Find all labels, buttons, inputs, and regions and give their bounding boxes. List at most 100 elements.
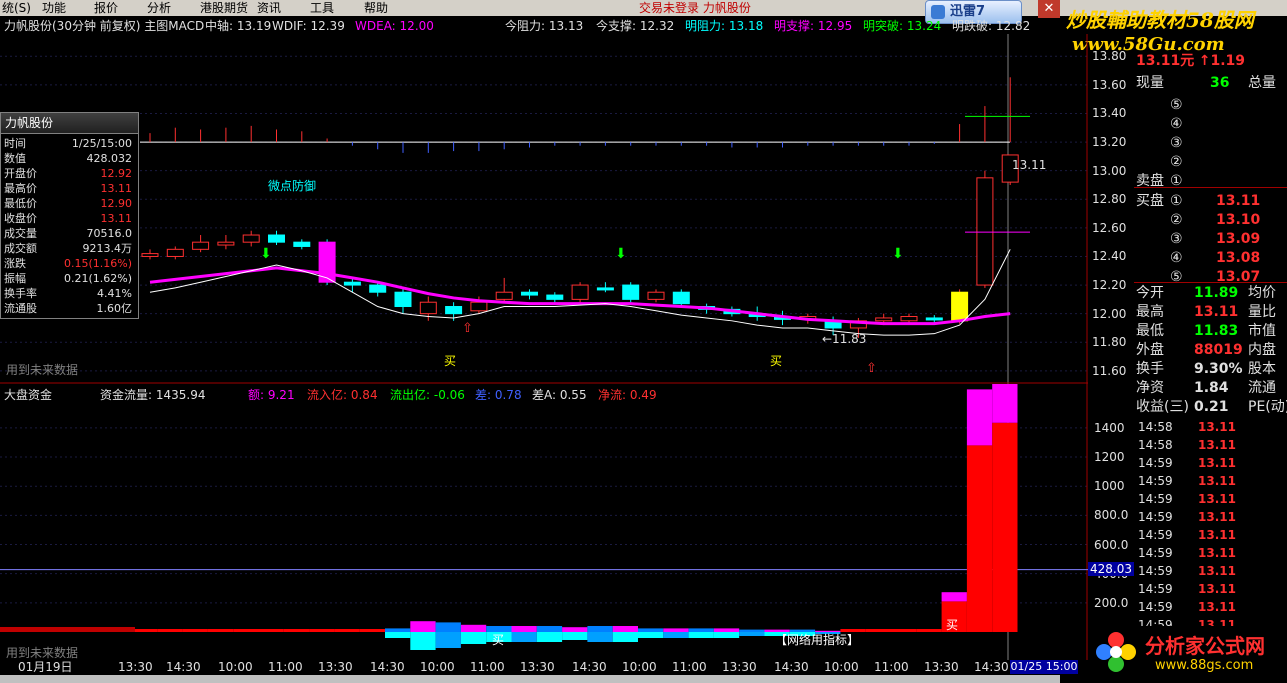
menu-quote[interactable]: 报价	[92, 0, 120, 16]
candle-body	[217, 241, 235, 246]
candle-body	[242, 234, 260, 243]
indicator-wdea: WDEA: 12.00	[355, 19, 434, 33]
time-axis-current: 01/25 15:00	[1010, 660, 1078, 674]
data-window-value: 9213.4万	[82, 242, 133, 255]
trade-row: 14:59 13.11	[1138, 490, 1236, 508]
flow-current-value: 428.03	[1088, 561, 1134, 576]
close-icon[interactable]: ✕	[1038, 0, 1060, 18]
flow-bar	[638, 628, 664, 632]
data-window-value: 428.032	[86, 152, 133, 165]
trade-row: 14:59 13.11	[1138, 562, 1236, 580]
flow-tick: 1400	[1094, 420, 1125, 435]
candle-body	[925, 317, 943, 321]
indicator-ming-tupo: 明突破: 13.24	[863, 19, 942, 33]
candle-body	[470, 301, 488, 312]
trade-row: 14:58 13.11	[1138, 418, 1236, 436]
stat-label-2: 市值	[1248, 323, 1276, 339]
flow-bar	[283, 629, 310, 632]
stat-value: 11.89	[1194, 285, 1239, 301]
time-tick: 14:30	[774, 660, 809, 674]
sell-level: ④	[1170, 116, 1183, 132]
down-arrow-icon: ⬇	[615, 246, 627, 262]
data-window-label: 振幅	[4, 272, 26, 285]
time-tick: 01月19日	[18, 660, 73, 674]
data-window-row: 成交额 9213.4万	[4, 242, 134, 256]
trade-time: 14:59	[1138, 456, 1173, 470]
candle-body	[419, 301, 437, 315]
buy-signal-1: 买	[444, 354, 457, 368]
price-tick: 13.20	[1092, 135, 1127, 150]
quote-divider	[1134, 187, 1287, 188]
price-axis: 13.80 13.60 13.40 13.20 13.00 12.80 12.60 12.40…	[1088, 34, 1134, 674]
watermark-bottom-title: 分析家公式网	[1145, 634, 1265, 658]
data-window-row: 流通股 1.60亿	[4, 302, 134, 316]
stat-label-2: 股本	[1248, 361, 1276, 377]
tab-bar[interactable]	[0, 675, 1060, 683]
flow-bar	[157, 629, 183, 632]
data-window-label: 数值	[4, 152, 26, 165]
stat-label: 外盘	[1136, 342, 1164, 358]
watermark-title: 炒股輔助教材58股网	[1066, 8, 1254, 32]
data-window-value: 12.90	[100, 197, 133, 210]
flow-bar	[182, 629, 208, 632]
trade-row: 14:59 13.11	[1138, 508, 1236, 526]
buy-label: 买盘	[1136, 193, 1164, 209]
stat-value: 13.11	[1194, 304, 1239, 320]
data-window-row: 换手率 4.41%	[4, 287, 134, 301]
data-window-row: 收盘价 13.11	[4, 212, 134, 226]
data-window[interactable]: 力帆股份 时间 1/25/15:00 数值 428.032 开盘价 12.92 最高价 13.…	[0, 112, 139, 319]
login-notice: 交易未登录 力帆股份	[639, 1, 751, 15]
trade-price: 13.11	[1198, 420, 1236, 434]
candle-body	[976, 177, 994, 286]
sub-buy-signal: 买	[492, 633, 505, 647]
flow-bar	[108, 627, 135, 632]
data-window-value: 0.15(1.16%)	[63, 257, 132, 270]
data-window-label: 涨跌	[4, 257, 26, 270]
menu-hk-futures[interactable]: 港股期货	[198, 0, 250, 16]
time-tick: 10:00	[622, 660, 657, 674]
data-window-row: 最高价 13.11	[4, 182, 134, 196]
flow-bar	[536, 626, 563, 632]
trade-time: 14:58	[1138, 420, 1173, 434]
flow-bar	[536, 632, 563, 642]
price-chart[interactable]: ⬇ ⬇ ⬇ ⇧ ⇧	[0, 34, 1088, 384]
trade-time: 14:59	[1138, 510, 1173, 524]
stat-label-2: 均价	[1248, 285, 1276, 301]
price-tick: 13.80	[1092, 49, 1127, 64]
flow-bar	[688, 628, 714, 632]
fund-flow-chart[interactable]	[0, 384, 1088, 660]
data-window-value: 1/25/15:00	[71, 137, 132, 150]
menu-function[interactable]: 功能	[40, 0, 68, 16]
menu-analysis[interactable]: 分析	[145, 0, 173, 16]
flow-bar	[612, 626, 638, 632]
price-tick: 12.40	[1092, 249, 1127, 264]
flow-bar	[587, 626, 613, 632]
stat-label-2: 量比	[1248, 304, 1276, 320]
candle-body	[268, 234, 285, 243]
flow-bar	[460, 624, 487, 632]
menu-help[interactable]: 帮助	[362, 0, 390, 16]
xianliang-label: 现量	[1136, 75, 1164, 91]
time-tick: 11:00	[874, 660, 909, 674]
xianliang-value: 36	[1210, 75, 1230, 91]
stat-label: 收益(三)	[1136, 399, 1189, 415]
trade-row: 14:58 13.11	[1138, 436, 1236, 454]
stat-label: 最低	[1136, 323, 1164, 339]
trade-price: 13.11	[1198, 582, 1236, 596]
buy-price: 13.08	[1216, 250, 1261, 266]
candle-body	[622, 284, 640, 300]
chart-header: 力帆股份(30分钟 前复权) 主图MACD 中轴: 13.19 WDIF: 12…	[0, 18, 1065, 34]
flow-bar	[359, 629, 385, 632]
menu-news[interactable]: 资讯	[255, 0, 283, 16]
stat-row: 净资 1.84 流通	[1136, 379, 1276, 397]
menu-system[interactable]: 统(S)	[0, 0, 33, 16]
trade-price: 13.11	[1198, 546, 1236, 560]
indicator-jin-zhicheng: 今支撑: 12.32	[596, 19, 675, 33]
data-window-row: 最低价 12.90	[4, 197, 134, 211]
menu-tools[interactable]: 工具	[308, 0, 336, 16]
sub-buy-signal-2: 买	[946, 618, 959, 632]
flow-tick: 1000	[1094, 479, 1125, 494]
price-tick: 11.60	[1092, 363, 1127, 378]
flow-bar	[916, 629, 942, 632]
candle-body	[521, 291, 538, 296]
